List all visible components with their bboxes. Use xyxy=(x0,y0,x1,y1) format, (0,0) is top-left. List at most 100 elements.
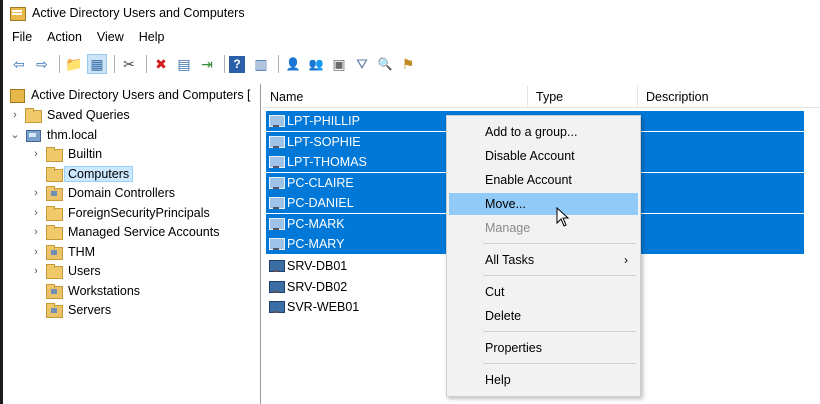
tree-item-computers[interactable]: Computers xyxy=(30,164,134,183)
cut-icon[interactable]: ✂ xyxy=(119,54,139,74)
computer-icon xyxy=(269,196,285,210)
aduc-app-icon xyxy=(9,5,26,21)
menu-item-properties[interactable]: Properties xyxy=(449,337,638,359)
tree-item-managed-service-accounts[interactable]: › Managed Service Accounts xyxy=(30,222,219,241)
chevron-right-icon[interactable]: › xyxy=(30,246,42,258)
tree-item-label: Workstations xyxy=(68,283,141,298)
toolbar-separator xyxy=(224,55,225,73)
computer-name: PC-MARK xyxy=(287,217,345,231)
tree-item-thm[interactable]: › THM xyxy=(30,242,95,261)
computer-name: PC-CLAIRE xyxy=(287,176,354,190)
filter-icon[interactable]: ⛛ xyxy=(352,54,372,74)
computer-icon xyxy=(269,300,285,314)
menu-separator xyxy=(483,275,636,276)
toolbar-separator xyxy=(278,55,279,73)
tree-item-saved-queries[interactable]: › Saved Queries xyxy=(9,105,130,124)
tree-item-users[interactable]: › Users xyxy=(30,261,101,280)
computer-name: PC-DANIEL xyxy=(287,196,354,210)
find-icon[interactable]: 🔍 xyxy=(375,54,395,74)
toolbar-separator xyxy=(114,55,115,73)
show-hide-console-tree-icon[interactable]: ▦ xyxy=(87,54,107,74)
menu-bar: File Action View Help xyxy=(3,26,820,48)
help-icon[interactable]: ? xyxy=(229,55,245,73)
menu-item-add-to-group[interactable]: Add to a group... xyxy=(449,121,638,143)
column-header-type[interactable]: Type xyxy=(528,86,638,108)
tree-item-builtin[interactable]: › Builtin xyxy=(30,144,102,163)
ou-folder-icon xyxy=(46,303,63,318)
chevron-right-icon[interactable]: › xyxy=(30,148,42,160)
computer-name: SVR-WEB01 xyxy=(287,300,360,314)
chevron-right-icon[interactable]: › xyxy=(9,109,21,121)
column-header-description[interactable]: Description xyxy=(638,86,803,108)
ou-folder-icon xyxy=(46,186,63,201)
chevron-down-icon[interactable]: ⌄ xyxy=(9,128,21,141)
forward-arrow-icon[interactable]: ⇨ xyxy=(32,54,52,74)
delete-icon[interactable]: ✖ xyxy=(151,54,171,74)
new-group-icon[interactable]: 👥 xyxy=(306,54,326,74)
tree-item-label: Users xyxy=(68,263,101,278)
export-list-icon[interactable]: ⇥ xyxy=(197,54,217,74)
computer-icon xyxy=(269,155,285,169)
computer-name: PC-MARY xyxy=(287,237,345,251)
menu-action[interactable]: Action xyxy=(38,30,88,44)
tree-item-label: ForeignSecurityPrincipals xyxy=(68,205,210,220)
list-header: Name Type Description xyxy=(262,86,820,108)
new-user-icon[interactable]: 👤 xyxy=(283,54,303,74)
menu-item-cut[interactable]: Cut xyxy=(449,281,638,303)
folder-icon xyxy=(46,147,63,162)
tree-item-workstations[interactable]: Workstations xyxy=(30,281,140,300)
computer-name: SRV-DB02 xyxy=(287,280,348,294)
tree-item-label: Saved Queries xyxy=(47,107,130,122)
ou-folder-icon xyxy=(46,284,63,299)
computer-name: LPT-THOMAS xyxy=(287,155,367,169)
computer-icon xyxy=(269,217,285,231)
menu-item-label: All Tasks xyxy=(485,253,535,267)
computer-name: LPT-PHILLIP xyxy=(287,114,360,128)
menu-item-enable-account[interactable]: Enable Account xyxy=(449,169,638,191)
folder-icon xyxy=(46,225,63,240)
context-menu: Add to a group... Disable Account Enable… xyxy=(446,115,641,397)
properties-icon[interactable]: ▤ xyxy=(174,54,194,74)
column-header-name[interactable]: Name xyxy=(262,86,528,108)
chevron-right-icon[interactable]: › xyxy=(30,207,42,219)
menu-view[interactable]: View xyxy=(88,30,130,44)
back-arrow-icon[interactable]: ⇦ xyxy=(9,54,29,74)
menu-separator xyxy=(483,243,636,244)
console-view-icon[interactable]: ▥ xyxy=(251,54,271,74)
computer-name: SRV-DB01 xyxy=(287,259,348,273)
menu-item-help[interactable]: Help xyxy=(449,369,638,391)
menu-help[interactable]: Help xyxy=(130,30,171,44)
tree-item-label: Managed Service Accounts xyxy=(68,224,220,239)
tree-item-label: THM xyxy=(68,244,96,259)
folder-icon xyxy=(46,167,63,182)
tree-item-domain[interactable]: ⌄ thm.local xyxy=(9,125,97,144)
chevron-right-icon[interactable]: › xyxy=(30,187,42,199)
mouse-cursor-icon xyxy=(556,207,570,227)
new-ou-icon[interactable]: ▣ xyxy=(329,54,349,74)
tree-item-root[interactable]: Active Directory Users and Computers [ xyxy=(9,85,251,104)
computer-icon xyxy=(269,114,285,128)
chevron-right-icon[interactable]: › xyxy=(30,226,42,238)
menu-separator xyxy=(483,363,636,364)
folder-icon xyxy=(46,264,63,279)
tree-item-label: Servers xyxy=(68,302,112,317)
menu-item-disable-account[interactable]: Disable Account xyxy=(449,145,638,167)
menu-item-delete[interactable]: Delete xyxy=(449,305,638,327)
console-tree: Active Directory Users and Computers [ ›… xyxy=(3,84,261,404)
menu-item-move[interactable]: Move... xyxy=(449,193,638,215)
tree-item-label: Computers xyxy=(64,165,134,182)
menu-file[interactable]: File xyxy=(3,30,38,44)
toolbar-separator xyxy=(146,55,147,73)
domain-icon xyxy=(25,128,41,142)
ou-folder-icon xyxy=(46,245,63,260)
toolbar-separator xyxy=(59,55,60,73)
chevron-right-icon[interactable]: › xyxy=(30,265,42,277)
tree-item-domain-controllers[interactable]: › Domain Controllers xyxy=(30,183,175,202)
add-to-group-icon[interactable]: ⚑ xyxy=(398,54,418,74)
folder-icon xyxy=(25,108,42,123)
tree-item-servers[interactable]: Servers xyxy=(30,300,111,319)
menu-item-all-tasks[interactable]: All Tasks › xyxy=(449,249,638,271)
up-folder-icon[interactable]: 📁 xyxy=(64,54,84,74)
computer-name: LPT-SOPHIE xyxy=(287,135,361,149)
tree-item-foreign-security-principals[interactable]: › ForeignSecurityPrincipals xyxy=(30,203,210,222)
